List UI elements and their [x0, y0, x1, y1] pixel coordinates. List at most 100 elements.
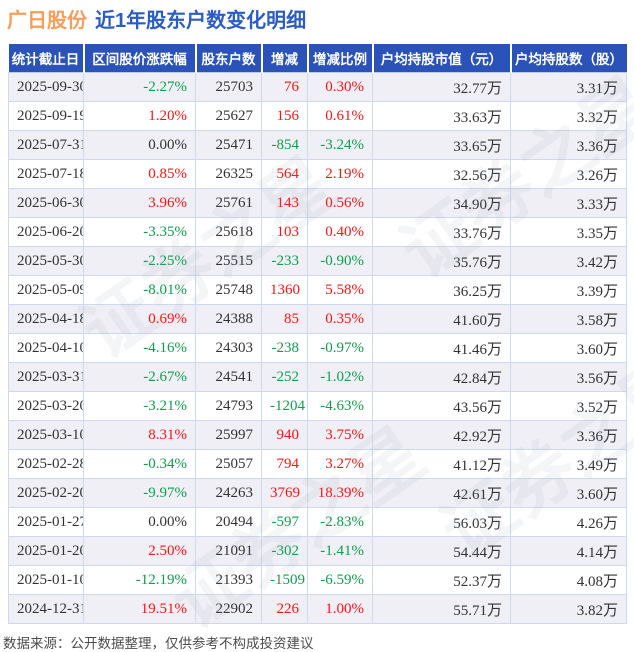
table-row: 2025-01-27 0.00% 20494 -597 -2.83% 56.03万 4.26…	[8, 507, 627, 537]
cell-holder-count: 25703	[195, 72, 262, 102]
cell-holder-count: 25748	[195, 275, 262, 305]
cell-avg-shares: 3.42万	[510, 246, 627, 276]
cell-holder-count: 25515	[195, 246, 262, 276]
cell-price-change: -3.21%	[83, 391, 196, 421]
cell-delta: 156	[261, 101, 308, 131]
cell-avg-mkt-value: 33.76万	[372, 217, 511, 247]
cell-stat-date: 2025-05-30	[8, 246, 84, 276]
cell-avg-mkt-value: 35.76万	[372, 246, 511, 276]
table-row: 2025-03-10 8.31% 25997 940 3.75% 42.92万 3.36万	[8, 420, 627, 450]
cell-delta: 1360	[261, 275, 308, 305]
cell-avg-shares: 3.56万	[510, 362, 627, 392]
cell-avg-shares: 3.33万	[510, 188, 627, 218]
cell-delta: 940	[261, 420, 308, 450]
cell-holder-count: 26325	[195, 159, 262, 189]
cell-stat-date: 2025-03-10	[8, 420, 84, 450]
cell-avg-shares: 3.60万	[510, 333, 627, 363]
cell-stat-date: 2025-03-31	[8, 362, 84, 392]
cell-avg-mkt-value: 33.63万	[372, 101, 511, 131]
cell-delta: -302	[261, 536, 308, 566]
cell-price-change: 8.31%	[83, 420, 196, 450]
table-row: 2025-01-20 2.50% 21091 -302 -1.41% 54.44万 4.14…	[8, 536, 627, 566]
cell-avg-shares: 4.08万	[510, 565, 627, 595]
cell-delta-pct: 18.39%	[307, 478, 373, 508]
cell-stat-date: 2025-07-31	[8, 130, 84, 160]
cell-avg-mkt-value: 52.37万	[372, 565, 511, 595]
cell-stat-date: 2025-01-27	[8, 507, 84, 537]
cell-holder-count: 25471	[195, 130, 262, 160]
cell-avg-shares: 3.58万	[510, 304, 627, 334]
cell-holder-count: 24388	[195, 304, 262, 334]
cell-delta: -252	[261, 362, 308, 392]
header-stat-date: 统计截止日	[8, 44, 84, 73]
cell-avg-mkt-value: 41.60万	[372, 304, 511, 334]
cell-price-change: -0.34%	[83, 449, 196, 479]
cell-delta: -597	[261, 507, 308, 537]
cell-avg-mkt-value: 32.56万	[372, 159, 511, 189]
table-row: 2025-02-28 -0.34% 25057 794 3.27% 41.12万 3.49万	[8, 449, 627, 479]
cell-avg-shares: 3.39万	[510, 275, 627, 305]
cell-delta-pct: 1.00%	[307, 594, 373, 624]
table-body: 2025-09-30 -2.27% 25703 76 0.30% 32.77万 3.31万 2…	[8, 72, 627, 624]
cell-holder-count: 24793	[195, 391, 262, 421]
cell-delta: 76	[261, 72, 308, 102]
cell-avg-mkt-value: 36.25万	[372, 275, 511, 305]
cell-avg-mkt-value: 34.90万	[372, 188, 511, 218]
cell-delta-pct: -6.59%	[307, 565, 373, 595]
shareholder-table: 统计截止日 区间股价涨跌幅 股东户数 增减 增减比例 户均持股市值（元） 户均持…	[8, 44, 627, 624]
cell-delta: -233	[261, 246, 308, 276]
stock-name: 广日股份	[7, 10, 87, 32]
cell-avg-shares: 3.36万	[510, 130, 627, 160]
cell-avg-shares: 4.14万	[510, 536, 627, 566]
cell-delta-pct: -4.63%	[307, 391, 373, 421]
cell-delta: 794	[261, 449, 308, 479]
page-title: 广日股份 近1年股东户数变化明细	[7, 4, 306, 33]
table-row: 2025-07-18 0.85% 26325 564 2.19% 32.56万 3.26万	[8, 159, 627, 189]
cell-delta: -1204	[261, 391, 308, 421]
cell-delta: 3769	[261, 478, 308, 508]
header-avg-mkt-value: 户均持股市值（元）	[371, 44, 511, 73]
header-holder-count: 股东户数	[194, 44, 262, 73]
cell-holder-count: 25627	[195, 101, 262, 131]
cell-avg-shares: 3.60万	[510, 478, 627, 508]
cell-delta: -238	[261, 333, 308, 363]
table-row: 2025-09-19 1.20% 25627 156 0.61% 33.63万 3.32万	[8, 101, 627, 131]
cell-stat-date: 2025-07-18	[8, 159, 84, 189]
cell-stat-date: 2025-06-20	[8, 217, 84, 247]
cell-price-change: 1.20%	[83, 101, 196, 131]
cell-delta: -854	[261, 130, 308, 160]
cell-stat-date: 2025-05-09	[8, 275, 84, 305]
cell-stat-date: 2024-12-31	[8, 594, 84, 624]
cell-stat-date: 2025-02-28	[8, 449, 84, 479]
cell-delta-pct: 3.75%	[307, 420, 373, 450]
cell-delta-pct: 0.40%	[307, 217, 373, 247]
cell-avg-shares: 3.36万	[510, 420, 627, 450]
cell-delta-pct: 0.30%	[307, 72, 373, 102]
cell-holder-count: 25618	[195, 217, 262, 247]
cell-avg-mkt-value: 33.65万	[372, 130, 511, 160]
table-row: 2025-02-20 -9.97% 24263 3769 18.39% 42.61万 3.6…	[8, 478, 627, 508]
cell-stat-date: 2025-09-19	[8, 101, 84, 131]
cell-delta-pct: -0.90%	[307, 246, 373, 276]
cell-delta: 226	[261, 594, 308, 624]
cell-price-change: -4.16%	[83, 333, 196, 363]
cell-price-change: -2.67%	[83, 362, 196, 392]
cell-price-change: -2.27%	[83, 72, 196, 102]
cell-price-change: 0.00%	[83, 130, 196, 160]
cell-avg-shares: 3.31万	[510, 72, 627, 102]
cell-stat-date: 2025-06-30	[8, 188, 84, 218]
cell-avg-shares: 3.49万	[510, 449, 627, 479]
report-title: 近1年股东户数变化明细	[95, 10, 307, 32]
cell-holder-count: 24263	[195, 478, 262, 508]
cell-delta: -1509	[261, 565, 308, 595]
cell-avg-mkt-value: 42.61万	[372, 478, 511, 508]
table-header: 统计截止日 区间股价涨跌幅 股东户数 增减 增减比例 户均持股市值（元） 户均持…	[8, 44, 627, 73]
cell-delta-pct: 3.27%	[307, 449, 373, 479]
cell-delta: 564	[261, 159, 308, 189]
cell-delta: 85	[261, 304, 308, 334]
cell-holder-count: 24541	[195, 362, 262, 392]
cell-price-change: -9.97%	[83, 478, 196, 508]
cell-avg-mkt-value: 56.03万	[372, 507, 511, 537]
cell-holder-count: 20494	[195, 507, 262, 537]
cell-stat-date: 2025-09-30	[8, 72, 84, 102]
